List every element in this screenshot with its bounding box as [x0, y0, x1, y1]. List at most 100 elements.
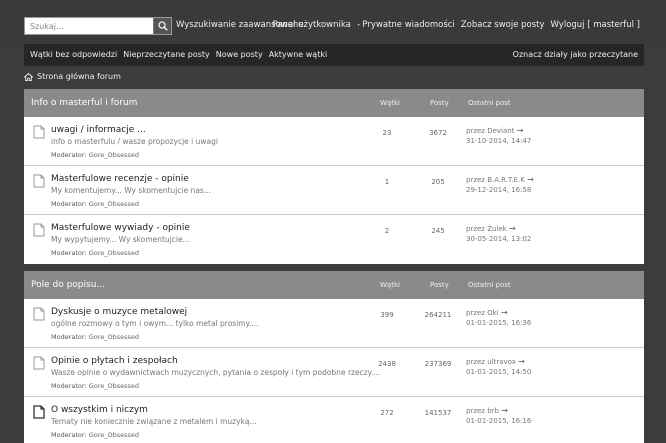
forum-topic-count: 23 [382, 129, 392, 137]
search-icon [158, 21, 168, 31]
forum-post-count: 141537 [424, 409, 452, 417]
moderator-link[interactable]: Gore_Obsessed [89, 431, 139, 439]
forum-moderator: Moderator: Gore_Obsessed [51, 200, 139, 208]
forum-last-post: przez ultravox → 01-01-2015, 14:50 [466, 357, 531, 377]
top-bar: Wyszukiwanie zaawansowane Panel użytkown… [0, 0, 666, 44]
moderator-link[interactable]: Gore_Obsessed [89, 200, 139, 208]
forum-moderator: Moderator: Gore_Obsessed [51, 333, 139, 341]
forum-row: uwagi / informacje ... info o masterfulu… [24, 117, 644, 166]
col-header-posts: Posty [430, 99, 449, 107]
forum-last-post: przez brb → 01-01-2015, 16:16 [466, 406, 531, 426]
forum-topic-count: 2 [384, 227, 390, 235]
forum-row: Dyskusje o muzyce metalowej ogólne rozmo… [24, 299, 644, 348]
moderator-label: Moderator: [51, 151, 87, 159]
forum-section: Info o masterful i forum Wątki Posty Ost… [24, 89, 644, 264]
forum-topic-count: 1 [384, 178, 390, 186]
moderator-link[interactable]: Gore_Obsessed [89, 333, 139, 341]
col-header-last-post: Ostatni post [468, 99, 511, 107]
moderator-link[interactable]: Gore_Obsessed [89, 382, 139, 390]
forum-moderator: Moderator: Gore_Obsessed [51, 431, 139, 439]
col-header-topics: Wątki [380, 99, 400, 107]
forum-title-link[interactable]: Dyskusje o muzyce metalowej [51, 307, 187, 317]
forum-row: Opinie o płytach i zespołach Wasze opini… [24, 348, 644, 397]
moderator-label: Moderator: [51, 382, 87, 390]
message-icon: • [356, 21, 361, 29]
forum-read-icon [33, 356, 45, 370]
search-box [24, 17, 172, 35]
forum-read-icon [33, 223, 45, 237]
search-button[interactable] [153, 18, 171, 34]
goto-last-post-icon[interactable]: → [517, 126, 524, 135]
moderator-label: Moderator: [51, 333, 87, 341]
forum-topic-count: 399 [380, 311, 394, 319]
goto-last-post-icon[interactable]: → [509, 224, 516, 233]
last-post-date: 01-01-2015, 16:16 [466, 417, 532, 425]
forum-moderator: Moderator: Gore_Obsessed [51, 382, 139, 390]
last-post-author[interactable]: przez Żulek [466, 225, 507, 233]
goto-last-post-icon[interactable]: → [501, 308, 508, 317]
nav-bar: Wątki bez odpowiedzi Nieprzeczytane post… [24, 44, 644, 66]
forum-description: Wasze opinie o wydawnictwach muzycznych,… [51, 368, 381, 377]
nav-active-topics[interactable]: Aktywne wątki [269, 50, 328, 59]
your-posts-link[interactable]: Zobacz swoje posty [461, 20, 545, 30]
nav-new-posts[interactable]: Nowe posty [216, 50, 263, 59]
forum-post-count: 237369 [424, 360, 452, 368]
forum-title-link[interactable]: uwagi / informacje ... [51, 125, 146, 135]
goto-last-post-icon[interactable]: → [518, 357, 525, 366]
forum-title-link[interactable]: Opinie o płytach i zespołach [51, 356, 178, 366]
search-input[interactable] [25, 18, 153, 34]
section-title[interactable]: Pole do popisu... [31, 280, 105, 290]
last-post-date: 31-10-2014, 14:47 [466, 137, 532, 145]
forum-unread-icon [33, 405, 45, 419]
forum-description: Tematy nie koniecznie związane z metalem… [51, 417, 257, 426]
forum-description: ogólne rozmowy o tym i owym... tylko met… [51, 319, 259, 328]
breadcrumb-home-link[interactable]: Strona główna forum [37, 72, 121, 81]
nav-unanswered-topics[interactable]: Wątki bez odpowiedzi [30, 50, 117, 59]
forum-row: O wszystkim i niczym Tematy nie konieczn… [24, 397, 644, 443]
user-links: Panel użytkownika • Prywatne wiadomości … [273, 20, 640, 30]
forum-read-icon [33, 174, 45, 188]
forum-post-count: 264211 [424, 311, 452, 319]
last-post-author[interactable]: przez Oki [466, 309, 499, 317]
private-messages-link[interactable]: • Prywatne wiadomości [357, 20, 455, 30]
last-post-date: 01-01-2015, 16:36 [466, 319, 532, 327]
section-header: Pole do popisu... Wątki Posty Ostatni po… [24, 271, 644, 299]
nav-unread-posts[interactable]: Nieprzeczytane posty [123, 50, 210, 59]
last-post-author[interactable]: przez B.A.R.T.E.K [466, 176, 525, 184]
forum-last-post: przez Żulek → 30-05-2014, 13:02 [466, 224, 531, 244]
moderator-link[interactable]: Gore_Obsessed [89, 249, 139, 257]
section-title[interactable]: Info o masterful i forum [31, 98, 137, 108]
forum-read-icon [33, 307, 45, 321]
logout-link[interactable]: Wyloguj [ masterful ] [551, 20, 640, 30]
last-post-author[interactable]: przez ultravox [466, 358, 516, 366]
moderator-label: Moderator: [51, 200, 87, 208]
forum-row: Masterfulowe wywiady - opinie My wypytuj… [24, 215, 644, 264]
last-post-date: 29-12-2014, 16:58 [466, 186, 532, 194]
moderator-label: Moderator: [51, 249, 87, 257]
last-post-author[interactable]: przez brb [466, 407, 499, 415]
forum-last-post: przez Oki → 01-01-2015, 16:36 [466, 308, 531, 328]
col-header-posts: Posty [430, 281, 449, 289]
last-post-author[interactable]: przez Deviant [466, 127, 514, 135]
forum-description: My komentujemy... Wy skomentujcie nas... [51, 186, 211, 195]
private-messages-label: Prywatne wiadomości [362, 20, 455, 30]
forum-topic-count: 2438 [378, 360, 396, 368]
moderator-link[interactable]: Gore_Obsessed [89, 151, 139, 159]
forum-title-link[interactable]: Masterfulowe recenzje - opinie [51, 174, 189, 184]
goto-last-post-icon[interactable]: → [527, 175, 534, 184]
user-panel-link[interactable]: Panel użytkownika [273, 20, 351, 30]
forum-title-link[interactable]: O wszystkim i niczym [51, 405, 148, 415]
forum-moderator: Moderator: Gore_Obsessed [51, 249, 139, 257]
forum-last-post: przez Deviant → 31-10-2014, 14:47 [466, 126, 531, 146]
col-header-topics: Wątki [380, 281, 400, 289]
goto-last-post-icon[interactable]: → [501, 406, 508, 415]
forum-section: Pole do popisu... Wątki Posty Ostatni po… [24, 271, 644, 443]
forum-title-link[interactable]: Masterfulowe wywiady - opinie [51, 223, 190, 233]
forum-row: Masterfulowe recenzje - opinie My koment… [24, 166, 644, 215]
forum-last-post: przez B.A.R.T.E.K → 29-12-2014, 16:58 [466, 175, 534, 195]
section-header: Info o masterful i forum Wątki Posty Ost… [24, 89, 644, 117]
forum-post-count: 3672 [429, 129, 447, 137]
forum-description: info o masterfulu / wasze propozycje i u… [51, 137, 218, 146]
mark-forums-read-link[interactable]: Oznacz działy jako przeczytane [513, 50, 638, 59]
breadcrumb: Strona główna forum [24, 72, 121, 81]
